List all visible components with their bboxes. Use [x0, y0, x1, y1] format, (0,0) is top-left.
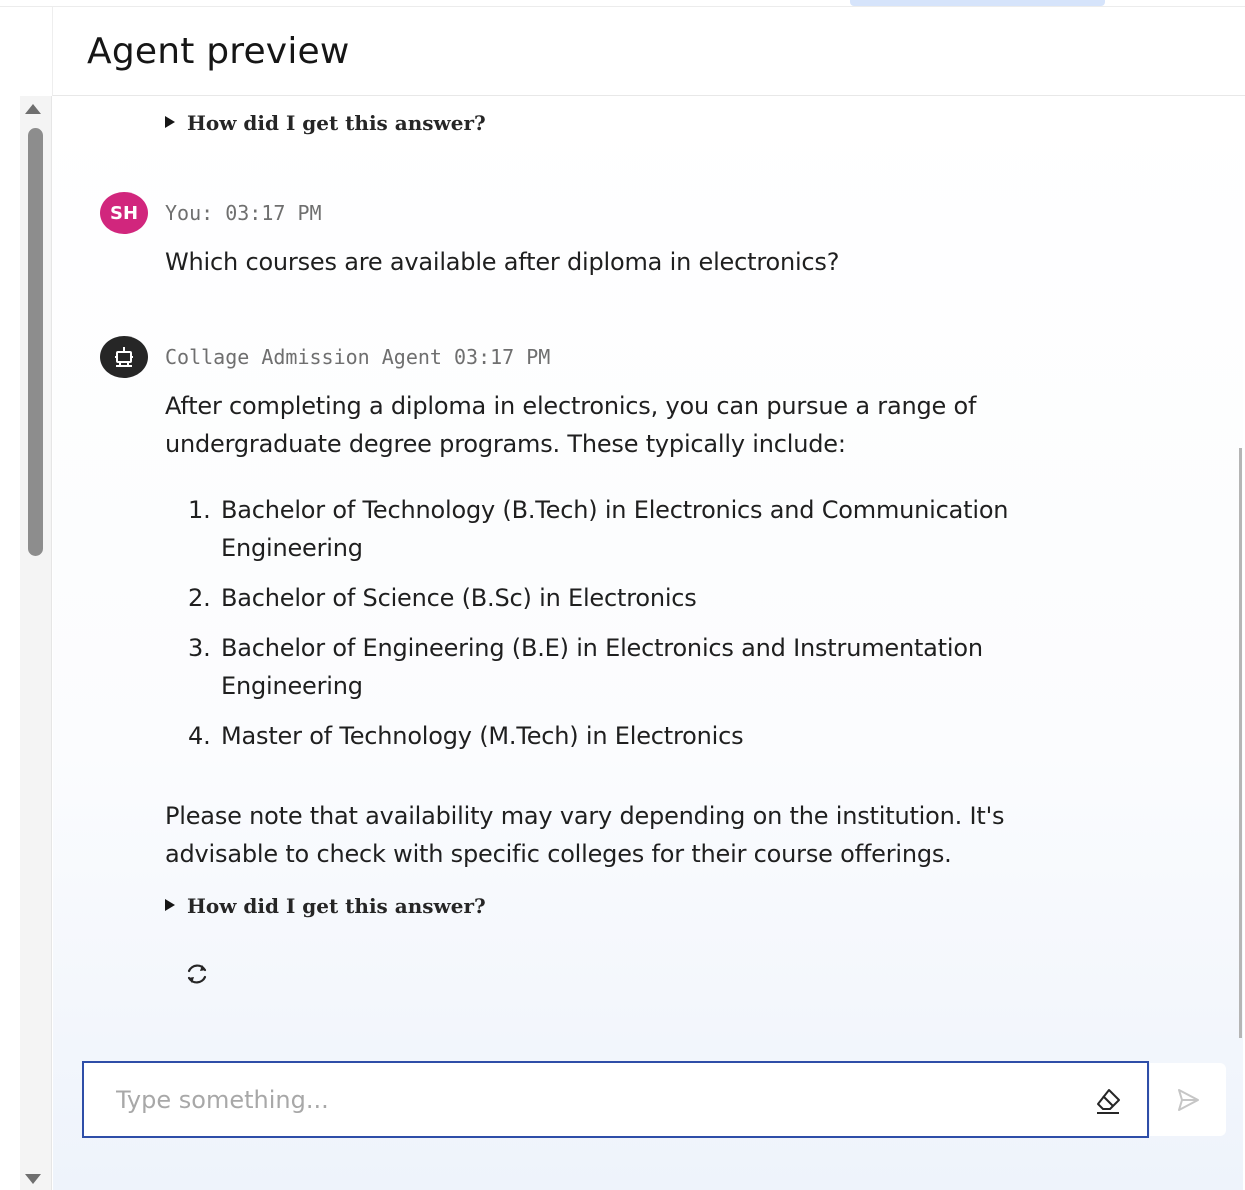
disclosure-label: How did I get this answer?: [187, 111, 486, 135]
user-message-meta: You: 03:17 PM: [165, 201, 322, 225]
list-item-text-cont: Engineering: [221, 672, 363, 700]
send-icon: [1178, 1088, 1199, 1111]
list-item-number: 3.: [188, 634, 211, 662]
user-avatar: SH: [100, 192, 148, 234]
list-item: 3. Bachelor of Engineering (B.E) in Elec…: [188, 629, 1008, 705]
agent-note-line: advisable to check with specific college…: [165, 840, 952, 868]
agent-note-line: Please note that availability may vary d…: [165, 802, 1005, 830]
message-input[interactable]: [116, 1063, 1076, 1136]
agent-note: Please note that availability may vary d…: [165, 797, 1004, 873]
list-item-number: 4.: [188, 722, 211, 750]
send-button[interactable]: [1150, 1063, 1226, 1136]
eraser-icon: [1097, 1089, 1120, 1114]
robot-icon: [115, 347, 133, 367]
list-item: 2. Bachelor of Science (B.Sc) in Electro…: [188, 579, 1008, 617]
list-item-number: 1.: [188, 496, 211, 524]
list-item-text: Bachelor of Science (B.Sc) in Electronic…: [221, 584, 697, 612]
scroll-down-arrow-icon[interactable]: [25, 1174, 41, 1184]
scrollbar-thumb[interactable]: [28, 128, 43, 556]
agent-avatar: [100, 336, 148, 378]
list-item-text: Bachelor of Engineering (B.E) in Electro…: [221, 634, 983, 662]
triangle-right-icon: [165, 116, 175, 128]
agent-intro: After completing a diploma in electronic…: [165, 387, 976, 463]
refresh-icon: [187, 964, 207, 984]
agent-intro-line: After completing a diploma in electronic…: [165, 392, 977, 420]
course-list: 1. Bachelor of Technology (B.Tech) in El…: [188, 491, 1009, 767]
list-item: 4. Master of Technology (M.Tech) in Elec…: [188, 717, 1008, 755]
how-did-i-get-answer-toggle[interactable]: How did I get this answer?: [165, 894, 486, 918]
disclosure-label: How did I get this answer?: [187, 894, 486, 918]
scroll-up-arrow-icon[interactable]: [25, 104, 41, 114]
right-edge-line: [1239, 448, 1242, 1038]
list-item-text: Bachelor of Technology (B.Tech) in Elect…: [221, 496, 1009, 524]
triangle-right-icon: [165, 899, 175, 911]
user-message-text: Which courses are available after diplom…: [165, 248, 840, 276]
regenerate-button[interactable]: [180, 957, 214, 991]
page-title: Agent preview: [87, 31, 350, 72]
list-item-text: Master of Technology (M.Tech) in Electro…: [221, 722, 744, 750]
list-item-text-cont: Engineering: [221, 534, 363, 562]
how-did-i-get-answer-toggle[interactable]: How did I get this answer?: [165, 111, 486, 135]
agent-message-meta: Collage Admission Agent 03:17 PM: [165, 345, 551, 369]
message-input-container[interactable]: [82, 1061, 1149, 1138]
clear-input-button[interactable]: [1092, 1085, 1124, 1117]
list-item-number: 2.: [188, 584, 211, 612]
agent-intro-line: undergraduate degree programs. These typ…: [165, 430, 846, 458]
list-item: 1. Bachelor of Technology (B.Tech) in El…: [188, 491, 1009, 567]
avatar-initials: SH: [109, 202, 139, 224]
panel-header: Agent preview: [52, 7, 1245, 96]
